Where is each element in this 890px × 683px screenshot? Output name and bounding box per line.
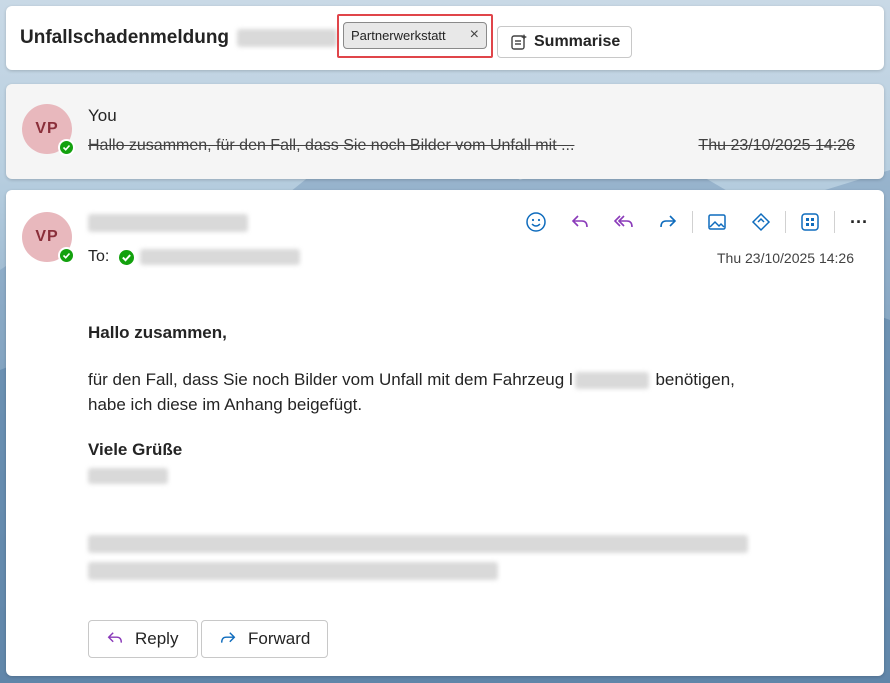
toolbar-divider	[692, 211, 693, 233]
toolbar-divider	[834, 211, 835, 233]
forward-button[interactable]: Forward	[201, 620, 328, 658]
apps-icon[interactable]	[794, 208, 826, 236]
more-icon[interactable]: ···	[843, 208, 875, 236]
avatar-initials: VP	[35, 120, 59, 137]
redacted-signature-name	[88, 468, 168, 484]
summarise-button[interactable]: Summarise	[497, 26, 632, 58]
avatar: VP	[22, 212, 75, 264]
summarise-label: Summarise	[534, 33, 621, 50]
toolbar-divider	[785, 211, 786, 233]
header-bar: Unfallschadenmeldung Partnerwerkstatt × …	[6, 6, 884, 70]
message-toolbar: ···	[520, 208, 887, 236]
avatar-initials: VP	[35, 228, 59, 245]
reply-icon	[107, 632, 123, 643]
email-subject: Unfallschadenmeldung	[20, 27, 338, 49]
email-body-line-1: für den Fall, dass Sie noch Bilder vom U…	[88, 370, 735, 390]
open-message: VP To: Thu 23/10/2025 14:26 ··· Hallo zu…	[6, 190, 884, 676]
image-icon[interactable]	[701, 208, 733, 236]
redacted-plate-number	[237, 28, 338, 47]
forward-label: Forward	[248, 629, 311, 648]
redacted-company-footer	[88, 535, 748, 553]
body-text-segment: benötigen,	[655, 370, 735, 389]
reply-icon[interactable]	[564, 208, 596, 236]
presence-available-icon	[58, 139, 75, 156]
email-closing: Viele Grüße	[88, 440, 183, 459]
forward-icon[interactable]	[652, 208, 684, 236]
subject-text: Unfallschadenmeldung	[20, 27, 230, 48]
email-greeting: Hallo zusammen,	[88, 323, 227, 342]
reply-button[interactable]: Reply	[88, 620, 198, 658]
to-label: To:	[88, 248, 110, 265]
redacted-sender-name	[88, 214, 248, 232]
collapsed-message[interactable]: VP You Hallo zusammen, für den Fall, das…	[6, 84, 884, 179]
emoji-icon[interactable]	[520, 208, 552, 236]
avatar: VP	[22, 104, 75, 156]
presence-available-icon	[58, 247, 75, 264]
reply-label: Reply	[135, 629, 179, 648]
message-date: Thu 23/10/2025 14:26	[698, 137, 855, 154]
forward-icon	[220, 632, 236, 643]
summarise-icon	[511, 34, 527, 50]
message-date: Thu 23/10/2025 14:26	[716, 250, 854, 266]
redacted-company-footer	[88, 562, 498, 580]
message-preview: Hallo zusammen, für den Fall, dass Sie n…	[88, 137, 575, 154]
redacted-recipient-name[interactable]	[140, 249, 301, 265]
remove-tag-icon[interactable]: ×	[470, 26, 479, 44]
reply-all-icon[interactable]	[608, 208, 640, 236]
category-tag[interactable]: Partnerwerkstatt ×	[343, 22, 487, 49]
body-text-segment: l	[568, 370, 573, 389]
recipient-presence-icon	[119, 249, 135, 265]
immersive-reader-icon[interactable]	[745, 208, 777, 236]
redacted-plate-number	[574, 372, 649, 390]
recipient-line: To:	[88, 248, 301, 266]
body-text-segment: für den Fall, dass Sie noch Bilder vom U…	[88, 370, 565, 389]
category-tag-label: Partnerwerkstatt	[351, 28, 446, 43]
email-body-line-2: habe ich diese im Anhang beigefügt.	[88, 395, 363, 414]
sender-name: You	[88, 106, 117, 125]
